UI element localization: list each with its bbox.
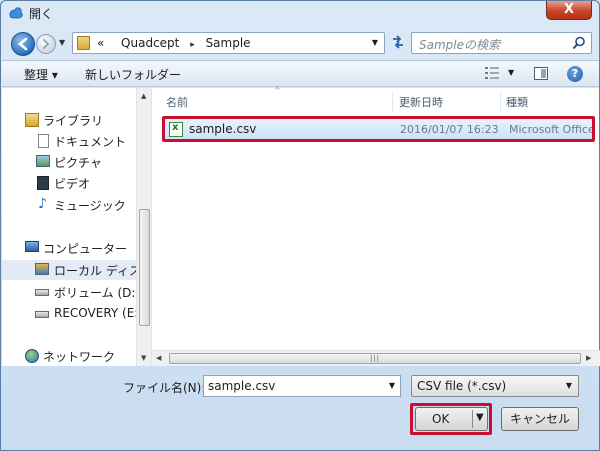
breadcrumb-quadcept[interactable]: Quadcept — [121, 36, 179, 50]
breadcrumb: « Quadcept ▸ Sample — [97, 36, 251, 50]
breadcrumb-separator-icon[interactable]: ▸ — [190, 40, 195, 50]
open-icon — [9, 7, 23, 19]
close-icon: X — [563, 2, 575, 17]
breadcrumb-sample[interactable]: Sample — [206, 36, 251, 50]
nav-item-local-disk[interactable]: ローカル ディス — [2, 260, 141, 280]
cancel-button[interactable]: キャンセル — [501, 407, 579, 431]
back-button[interactable] — [11, 32, 35, 56]
new-folder-button[interactable]: 新しいフォルダー — [85, 66, 181, 83]
music-icon: ♪ — [38, 196, 47, 212]
chevron-down-icon: ▼ — [565, 381, 572, 390]
highlight-box-ok — [410, 403, 492, 435]
nav-label: ドキュメント — [54, 135, 127, 149]
help-icon[interactable]: ? — [567, 66, 583, 82]
nav-label: ミュージック — [54, 199, 126, 213]
scrollbar-thumb[interactable]: ||| — [169, 353, 581, 364]
drive-icon — [35, 311, 49, 318]
nav-item-videos[interactable]: ビデオ — [2, 173, 136, 193]
navigation-scrollbar[interactable]: ▲ ▼ — [136, 88, 151, 366]
back-arrow-icon — [17, 37, 28, 51]
nav-item-pictures[interactable]: ピクチャ — [2, 152, 136, 172]
breadcrumb-separator-icon — [111, 40, 114, 50]
column-divider[interactable] — [392, 91, 393, 113]
scroll-left-icon[interactable]: ◀ — [156, 354, 161, 362]
filename-value: sample.csv — [208, 379, 276, 393]
forward-arrow-icon — [43, 39, 50, 49]
filetype-value: CSV file (*.csv) — [417, 379, 507, 393]
nav-label: RECOVERY (E:) — [54, 306, 144, 320]
nav-label: ネットワーク — [43, 350, 116, 364]
file-list: 名前 ^ 更新日時 種類 sample.csv 2016/01/07 16:23… — [151, 86, 600, 366]
library-icon — [25, 113, 39, 127]
nav-label: ピクチャ — [54, 156, 102, 170]
nav-label: ボリューム (D:) — [54, 286, 141, 300]
recent-locations-dropdown-icon[interactable]: ▼ — [59, 38, 65, 47]
computer-icon — [25, 241, 39, 252]
network-icon — [25, 349, 39, 363]
address-dropdown-icon[interactable]: ▼ — [372, 38, 378, 47]
drive-icon — [35, 289, 49, 296]
nav-label: ビデオ — [54, 177, 91, 191]
nav-item-music[interactable]: ♪ ミュージック — [2, 195, 136, 215]
scrollbar-thumb[interactable] — [139, 209, 150, 326]
column-header-modified[interactable]: 更新日時 — [399, 94, 443, 110]
address-bar[interactable]: « Quadcept ▸ Sample ▼ — [72, 32, 385, 54]
pictures-icon — [36, 155, 50, 167]
refresh-button[interactable] — [389, 33, 407, 53]
nav-label: ライブラリ — [43, 114, 104, 128]
nav-item-library[interactable]: ライブラリ — [2, 110, 136, 130]
column-header-name[interactable]: 名前 — [166, 94, 188, 110]
nav-item-recovery-e[interactable]: RECOVERY (E:) — [2, 304, 143, 324]
refresh-icon — [393, 35, 403, 49]
column-divider[interactable] — [500, 91, 501, 113]
local-disk-icon — [35, 263, 49, 275]
filename-history-dropdown-icon[interactable]: ▼ — [389, 381, 395, 390]
nav-label: コンピューター — [43, 242, 128, 256]
filetype-select[interactable]: CSV file (*.csv) ▼ — [411, 375, 579, 397]
filename-label: ファイル名(N): — [123, 381, 206, 395]
horizontal-scrollbar[interactable]: ◀ ||| ▶ — [152, 350, 600, 366]
close-button[interactable]: X — [546, 1, 592, 20]
open-file-dialog: 開く X ▼ « Quadcept ▸ Sample ▼ Sampleの検索 整… — [0, 0, 600, 451]
preview-pane-icon[interactable] — [534, 67, 548, 80]
command-bar: 整理 ▾ 新しいフォルダー ▼ ? — [2, 60, 599, 87]
documents-icon — [38, 134, 49, 148]
forward-button[interactable] — [36, 34, 56, 54]
nav-item-volume-d[interactable]: ボリューム (D:) — [2, 282, 140, 302]
folder-icon — [77, 36, 90, 50]
scroll-right-icon[interactable]: ▶ — [586, 354, 591, 362]
search-icon[interactable] — [572, 36, 586, 50]
breadcrumb-overflow[interactable]: « — [97, 36, 104, 50]
organize-menu-button[interactable]: 整理 ▾ — [24, 66, 58, 83]
nav-item-documents[interactable]: ドキュメント — [2, 131, 136, 151]
view-options-dropdown-icon[interactable]: ▼ — [508, 68, 514, 77]
navigation-pane: ライブラリ ドキュメント ピクチャ ビデオ ♪ ミュージック コンピューター ロ… — [2, 88, 151, 366]
filename-input[interactable]: sample.csv ▼ — [203, 375, 401, 397]
window-title: 開く — [29, 7, 54, 21]
nav-label: ローカル ディス — [54, 264, 141, 278]
highlight-box-file — [162, 116, 595, 142]
scroll-down-icon[interactable]: ▼ — [141, 354, 146, 362]
nav-item-network[interactable]: ネットワーク — [2, 346, 136, 366]
title-bar: 開く X — [1, 1, 599, 25]
videos-icon — [37, 176, 49, 190]
search-input[interactable]: Sampleの検索 — [411, 32, 592, 54]
sort-ascending-icon: ^ — [274, 86, 281, 95]
column-header-type[interactable]: 種類 — [506, 94, 528, 110]
view-details-icon[interactable] — [485, 67, 499, 79]
nav-item-computer[interactable]: コンピューター — [2, 238, 136, 258]
search-placeholder: Sampleの検索 — [419, 38, 500, 52]
scroll-up-icon[interactable]: ▲ — [141, 92, 146, 100]
